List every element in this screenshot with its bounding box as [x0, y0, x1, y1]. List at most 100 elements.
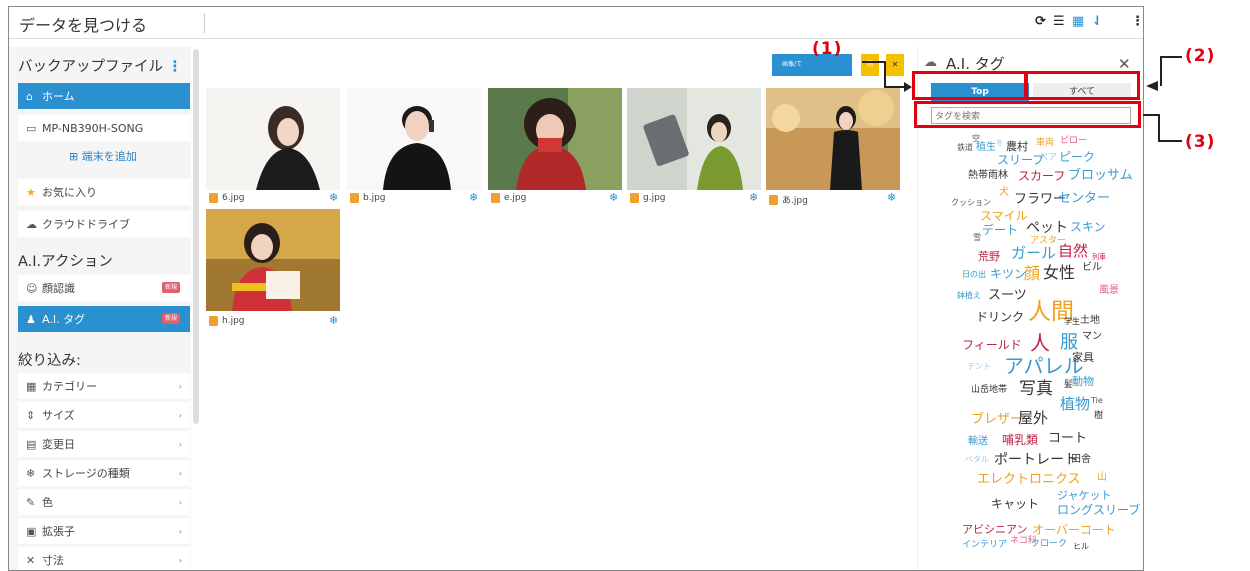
tag-word[interactable]: フィールド: [962, 339, 1022, 351]
tag-word[interactable]: アビシニアン: [962, 524, 1028, 535]
filter-size[interactable]: ⇕ サイズ ›: [18, 402, 190, 428]
tag-word[interactable]: 人: [1030, 333, 1050, 353]
tag-word[interactable]: ドリンク: [976, 311, 1024, 323]
grid-view-icon[interactable]: ▦: [1072, 14, 1084, 29]
backup-header: バックアップファイル ⋮: [18, 59, 183, 75]
snowflake-icon: ❄: [749, 191, 759, 204]
tag-word[interactable]: デート: [982, 224, 1018, 236]
sidebar-item-favorites[interactable]: ★ お気に入り: [18, 179, 190, 205]
filter-category[interactable]: ▦ カテゴリー ›: [18, 373, 190, 399]
tag-word[interactable]: エレクトロニクス: [977, 473, 1081, 486]
tag-word[interactable]: 動物: [1072, 376, 1094, 387]
tag-word[interactable]: 顔: [1024, 266, 1040, 282]
add-device-link[interactable]: ⊞ 端末を追加: [69, 148, 137, 164]
tag-word[interactable]: クローク: [1031, 540, 1067, 549]
tag-word[interactable]: スーツ: [988, 289, 1027, 302]
tag-word[interactable]: スリープ: [997, 154, 1044, 166]
tag-word[interactable]: 雪: [973, 234, 981, 242]
image-thumb-e[interactable]: [488, 88, 622, 190]
tag-word[interactable]: テント: [967, 363, 991, 371]
tag-word[interactable]: 山: [1097, 473, 1107, 483]
tag-word[interactable]: スキン: [1070, 221, 1106, 233]
tag-word[interactable]: 植生: [976, 143, 996, 153]
tag-word[interactable]: 列車: [1092, 254, 1106, 261]
tag-word[interactable]: 熱帯雨林: [968, 171, 1008, 181]
filter-dimensions[interactable]: ✕ 寸法 ›: [18, 547, 190, 570]
tag-word[interactable]: 女性: [1043, 265, 1075, 281]
tag-word[interactable]: マン: [1082, 332, 1102, 342]
file-name: g.jpg: [643, 193, 666, 203]
refresh-icon[interactable]: ⟳: [1035, 14, 1046, 29]
tag-word[interactable]: 農村: [1006, 141, 1028, 152]
tag-word[interactable]: 写真: [1019, 381, 1053, 398]
close-small-button[interactable]: 閉: [861, 54, 879, 76]
tag-word[interactable]: ペット: [1026, 221, 1068, 235]
tag-word[interactable]: ペタル: [965, 456, 989, 464]
image-thumb-b[interactable]: [347, 88, 481, 190]
tag-word[interactable]: 樹: [1094, 412, 1103, 421]
image-thumb-g[interactable]: [627, 88, 761, 190]
tag-word[interactable]: センター: [1058, 192, 1110, 205]
tag-word[interactable]: ガール: [1011, 246, 1056, 261]
tag-word[interactable]: ペア: [1039, 154, 1057, 163]
image-thumb-a[interactable]: [766, 88, 900, 190]
dismiss-button[interactable]: ✕: [886, 54, 904, 76]
sidebar-item-device[interactable]: ▭ MP-NB390H-SONG: [18, 115, 190, 141]
tag-icon: ♟: [26, 312, 36, 326]
tag-word[interactable]: 家具: [1072, 352, 1094, 363]
tag-word[interactable]: ロングスリーブ: [1057, 504, 1140, 516]
tag-word[interactable]: ブレザー: [971, 413, 1023, 426]
tag-word[interactable]: 鉄道: [957, 144, 973, 152]
tag-word[interactable]: ポートレート: [994, 453, 1078, 467]
tag-word[interactable]: 鉢植え: [957, 292, 981, 300]
tag-word[interactable]: ブロッサム: [1068, 169, 1133, 182]
sidebar-item-face[interactable]: ☺ 顔認識 新規: [18, 275, 190, 301]
filter-date[interactable]: ▤ 変更日 ›: [18, 431, 190, 457]
tag-word[interactable]: 山岳地帯: [971, 386, 1007, 395]
sidebar-item-ai-tag[interactable]: ♟ A.I. タグ 新規: [18, 306, 190, 332]
tag-word[interactable]: 服: [1060, 334, 1078, 352]
tag-word[interactable]: 学生: [1064, 318, 1080, 326]
tag-word[interactable]: 輸送: [968, 437, 988, 447]
tag-word[interactable]: 冬: [996, 140, 1003, 147]
sidebar-item-home[interactable]: ⌂ ホーム: [18, 83, 190, 109]
tag-word[interactable]: オーバーコート: [1032, 524, 1116, 536]
tag-word[interactable]: クッション: [951, 199, 991, 207]
list-view-icon[interactable]: ☰: [1053, 14, 1065, 29]
tag-word[interactable]: 日の出: [962, 271, 986, 279]
tag-word[interactable]: スマイル: [980, 210, 1028, 222]
tag-word[interactable]: 植物: [1060, 397, 1090, 412]
sidebar-scrollbar[interactable]: [193, 49, 199, 424]
tag-word[interactable]: ビル: [1082, 263, 1102, 273]
tag-word[interactable]: 土地: [1080, 316, 1100, 326]
sort-icon[interactable]: ⇃: [1092, 14, 1103, 29]
image-thumb-6[interactable]: [206, 88, 340, 190]
tag-word[interactable]: コート: [1048, 432, 1087, 445]
sidebar-item-cloud[interactable]: ☁ クラウドドライブ: [18, 211, 190, 237]
sidebar-item-label: 変更日: [42, 438, 75, 451]
tag-word[interactable]: 田舎: [1071, 455, 1091, 465]
tag-word[interactable]: Tie: [1091, 397, 1103, 405]
filter-extension[interactable]: ▣ 拡張子 ›: [18, 518, 190, 544]
tag-word[interactable]: キャット: [991, 498, 1039, 510]
image-thumb-h[interactable]: [206, 209, 340, 311]
tag-word[interactable]: 風景: [1099, 286, 1119, 296]
tag-word[interactable]: 哺乳類: [1002, 434, 1038, 446]
tag-word[interactable]: ジャケット: [1057, 490, 1111, 501]
tag-word[interactable]: 犬: [999, 188, 1009, 198]
tag-word[interactable]: ピーク: [1059, 151, 1095, 163]
tag-word[interactable]: インテリア: [962, 541, 1007, 550]
file-label: h.jpg: [209, 316, 245, 326]
more-icon[interactable]: ⋮: [1131, 14, 1143, 29]
tag-word[interactable]: ヒル: [1073, 543, 1089, 551]
tag-word[interactable]: ピロー: [1060, 137, 1087, 146]
tag-word[interactable]: スカーフ: [1018, 170, 1065, 182]
tag-word[interactable]: 屋外: [1018, 411, 1048, 426]
filter-color[interactable]: ✎ 色 ›: [18, 489, 190, 515]
tag-word[interactable]: 自然: [1058, 244, 1088, 259]
tag-word[interactable]: 荒野: [978, 251, 1000, 262]
file-label: g.jpg: [630, 193, 666, 203]
tag-word[interactable]: キツン: [990, 268, 1026, 280]
filter-storage[interactable]: ❄ ストレージの種類 ›: [18, 460, 190, 486]
tag-word[interactable]: 車両: [1036, 139, 1054, 148]
